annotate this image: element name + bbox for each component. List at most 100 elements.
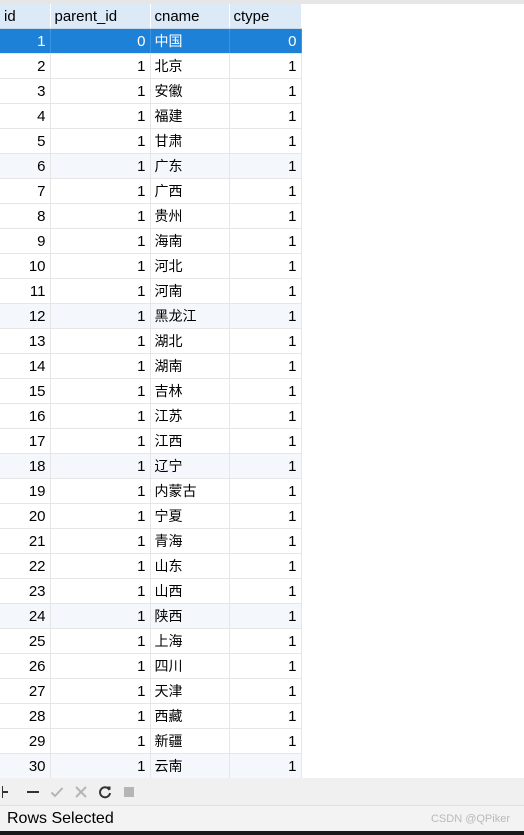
cell-cname[interactable]: 黑龙江 (150, 303, 230, 329)
cell-cname[interactable]: 西藏 (150, 703, 230, 729)
cell-id[interactable]: 26 (0, 653, 51, 679)
table-row[interactable]: 7 1 广西 1 (0, 178, 302, 204)
cell-id[interactable]: 19 (0, 478, 51, 504)
cell-ctype[interactable]: 1 (229, 753, 302, 778)
cell-ctype[interactable]: 1 (229, 653, 302, 679)
table-row[interactable]: 6 1 广东 1 (0, 153, 302, 179)
table-row[interactable]: 16 1 江苏 1 (0, 403, 302, 429)
cell-id[interactable]: 12 (0, 303, 51, 329)
cell-parent-id[interactable]: 1 (50, 278, 151, 304)
cell-cname[interactable]: 山东 (150, 553, 230, 579)
table-row[interactable]: 22 1 山东 1 (0, 553, 302, 579)
cell-ctype[interactable]: 1 (229, 578, 302, 604)
cell-ctype[interactable]: 1 (229, 528, 302, 554)
cell-parent-id[interactable]: 1 (50, 103, 151, 129)
cell-cname[interactable]: 江西 (150, 428, 230, 454)
table-row[interactable]: 27 1 天津 1 (0, 678, 302, 704)
cell-id[interactable]: 2 (0, 53, 51, 79)
cell-cname[interactable]: 湖北 (150, 328, 230, 354)
cell-id[interactable]: 16 (0, 403, 51, 429)
refresh-icon[interactable] (96, 783, 114, 801)
cell-id[interactable]: 7 (0, 178, 51, 204)
table-row[interactable]: 14 1 湖南 1 (0, 353, 302, 379)
cell-ctype[interactable]: 1 (229, 328, 302, 354)
cell-parent-id[interactable]: 1 (50, 553, 151, 579)
table-row[interactable]: 10 1 河北 1 (0, 253, 302, 279)
add-record-icon[interactable] (0, 783, 18, 801)
column-header-ctype[interactable]: ctype (229, 4, 302, 29)
table-row[interactable]: 24 1 陕西 1 (0, 603, 302, 629)
cell-cname[interactable]: 天津 (150, 678, 230, 704)
stop-icon[interactable] (120, 783, 138, 801)
table-row[interactable]: 19 1 内蒙古 1 (0, 478, 302, 504)
table-row[interactable]: 2 1 北京 1 (0, 53, 302, 79)
cell-parent-id[interactable]: 1 (50, 178, 151, 204)
cell-id[interactable]: 27 (0, 678, 51, 704)
table-row[interactable]: 15 1 吉林 1 (0, 378, 302, 404)
cell-id[interactable]: 8 (0, 203, 51, 229)
cell-parent-id[interactable]: 1 (50, 428, 151, 454)
cell-id[interactable]: 17 (0, 428, 51, 454)
table-row[interactable]: 25 1 上海 1 (0, 628, 302, 654)
cell-ctype[interactable]: 1 (229, 478, 302, 504)
cell-cname[interactable]: 吉林 (150, 378, 230, 404)
cell-id[interactable]: 24 (0, 603, 51, 629)
cell-parent-id[interactable]: 1 (50, 53, 151, 79)
cell-ctype[interactable]: 1 (229, 103, 302, 129)
table-row[interactable]: 13 1 湖北 1 (0, 328, 302, 354)
cell-id[interactable]: 18 (0, 453, 51, 479)
cell-cname[interactable]: 四川 (150, 653, 230, 679)
cell-id[interactable]: 20 (0, 503, 51, 529)
cell-parent-id[interactable]: 1 (50, 328, 151, 354)
cell-cname[interactable]: 广东 (150, 153, 230, 179)
cell-ctype[interactable]: 1 (229, 553, 302, 579)
cell-cname[interactable]: 河北 (150, 253, 230, 279)
cell-ctype[interactable]: 0 (229, 28, 302, 54)
column-header-cname[interactable]: cname (150, 4, 230, 29)
table-row[interactable]: 8 1 贵州 1 (0, 203, 302, 229)
cell-cname[interactable]: 云南 (150, 753, 230, 778)
cell-cname[interactable]: 甘肃 (150, 128, 230, 154)
cell-ctype[interactable]: 1 (229, 53, 302, 79)
cell-ctype[interactable]: 1 (229, 203, 302, 229)
table-row[interactable]: 21 1 青海 1 (0, 528, 302, 554)
cell-id[interactable]: 5 (0, 128, 51, 154)
cell-cname[interactable]: 江苏 (150, 403, 230, 429)
cell-ctype[interactable]: 1 (229, 253, 302, 279)
cell-parent-id[interactable]: 1 (50, 528, 151, 554)
cell-parent-id[interactable]: 1 (50, 303, 151, 329)
cell-ctype[interactable]: 1 (229, 353, 302, 379)
cell-parent-id[interactable]: 1 (50, 353, 151, 379)
cell-ctype[interactable]: 1 (229, 378, 302, 404)
cell-id[interactable]: 6 (0, 153, 51, 179)
cell-id[interactable]: 15 (0, 378, 51, 404)
cell-id[interactable]: 21 (0, 528, 51, 554)
cell-cname[interactable]: 河南 (150, 278, 230, 304)
cell-parent-id[interactable]: 1 (50, 478, 151, 504)
cell-parent-id[interactable]: 1 (50, 453, 151, 479)
apply-changes-icon[interactable] (48, 783, 66, 801)
table-row[interactable]: 11 1 河南 1 (0, 278, 302, 304)
cell-id[interactable]: 3 (0, 78, 51, 104)
table-row[interactable]: 20 1 宁夏 1 (0, 503, 302, 529)
cell-parent-id[interactable]: 1 (50, 253, 151, 279)
cell-id[interactable]: 25 (0, 628, 51, 654)
cell-id[interactable]: 29 (0, 728, 51, 754)
table-row[interactable]: 4 1 福建 1 (0, 103, 302, 129)
cell-cname[interactable]: 湖南 (150, 353, 230, 379)
cell-cname[interactable]: 辽宁 (150, 453, 230, 479)
cell-parent-id[interactable]: 1 (50, 628, 151, 654)
table-row[interactable]: 29 1 新疆 1 (0, 728, 302, 754)
cell-ctype[interactable]: 1 (229, 678, 302, 704)
cell-cname[interactable]: 福建 (150, 103, 230, 129)
cell-parent-id[interactable]: 1 (50, 753, 151, 778)
cell-id[interactable]: 22 (0, 553, 51, 579)
cell-parent-id[interactable]: 0 (50, 28, 151, 54)
table-row[interactable]: 30 1 云南 1 (0, 753, 302, 778)
cell-id[interactable]: 9 (0, 228, 51, 254)
cell-parent-id[interactable]: 1 (50, 703, 151, 729)
cell-parent-id[interactable]: 1 (50, 128, 151, 154)
cell-cname[interactable]: 安徽 (150, 78, 230, 104)
cell-parent-id[interactable]: 1 (50, 653, 151, 679)
cell-cname[interactable]: 内蒙古 (150, 478, 230, 504)
